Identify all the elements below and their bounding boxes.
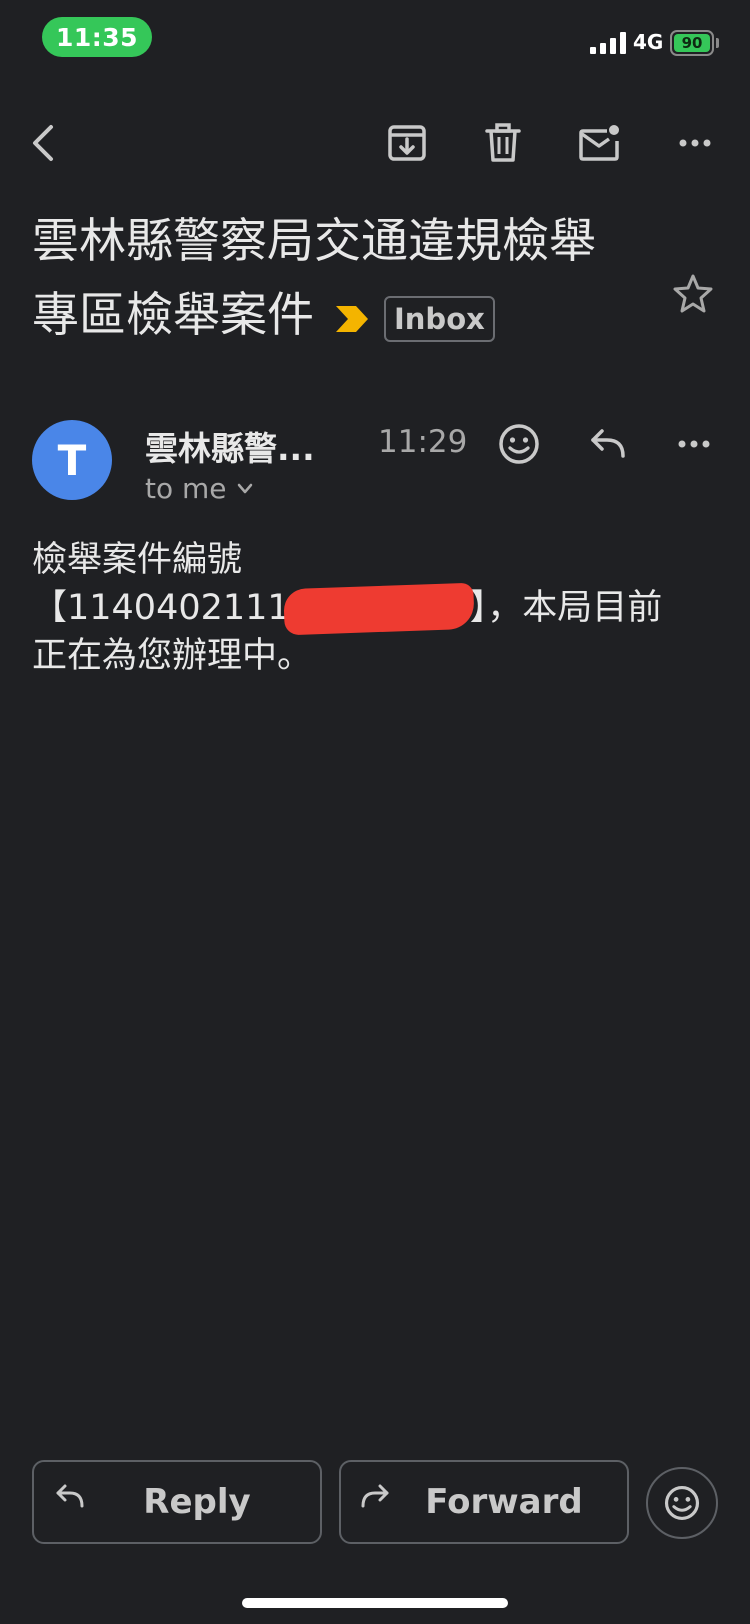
delete-icon [485, 123, 521, 162]
body-line: 正在為您辦理中。 [32, 636, 313, 676]
reply-button[interactable] [583, 420, 631, 468]
case-number-start: 【1140402111 [32, 588, 290, 628]
chevron-down-icon [237, 483, 252, 493]
email-subject: 雲林縣警察局交通違規檢舉專區檢舉案件 Inbox [32, 205, 632, 353]
mark-unread-button[interactable] [574, 118, 624, 168]
battery-icon: 90 [670, 30, 714, 56]
home-indicator[interactable] [242, 1598, 508, 1608]
recipient-text: to me [145, 472, 227, 505]
sender-name[interactable]: 雲林縣警... [145, 422, 315, 470]
body-line: 【1140402111 】，本局目前 [32, 582, 722, 636]
forward-icon [361, 1484, 389, 1508]
emoji-icon [664, 1485, 700, 1521]
status-time: 11:35 [42, 17, 152, 57]
reply-action-button[interactable]: Reply [32, 1460, 322, 1544]
back-button[interactable] [20, 118, 70, 168]
emoji-icon [499, 424, 539, 464]
emoji-reaction-button[interactable] [646, 1467, 718, 1539]
delete-button[interactable] [478, 118, 528, 168]
battery-level: 90 [674, 34, 710, 52]
archive-button[interactable] [382, 118, 432, 168]
message-more-button[interactable] [670, 420, 718, 468]
star-icon[interactable] [671, 272, 715, 316]
signal-icon [590, 32, 626, 54]
more-icon [678, 440, 710, 448]
more-icon [679, 139, 711, 147]
recipient-details[interactable]: to me [145, 472, 253, 505]
archive-icon [388, 125, 426, 161]
mark-unread-icon [579, 125, 619, 161]
importance-marker-icon[interactable] [334, 304, 370, 334]
message-time: 11:29 [378, 424, 468, 460]
redaction-mark [282, 582, 475, 636]
reply-icon [591, 429, 625, 458]
subject-text: 雲林縣警察局交通違規檢舉專區檢舉案件 [32, 214, 596, 343]
network-type: 4G [633, 30, 664, 54]
sender-avatar[interactable]: T [32, 420, 112, 500]
body-line: 檢舉案件編號 [32, 540, 243, 580]
case-number-end: 】，本局目前 [469, 588, 663, 628]
more-options-button[interactable] [670, 118, 720, 168]
back-icon [33, 125, 53, 161]
email-body: 檢舉案件編號 【1140402111 】，本局目前 正在為您辦理中。 [32, 536, 722, 680]
battery-tip [716, 38, 719, 48]
inbox-label[interactable]: Inbox [384, 295, 495, 342]
add-reaction-button[interactable] [495, 420, 543, 468]
forward-action-button[interactable]: Forward [339, 1460, 629, 1544]
reply-icon [56, 1484, 84, 1508]
